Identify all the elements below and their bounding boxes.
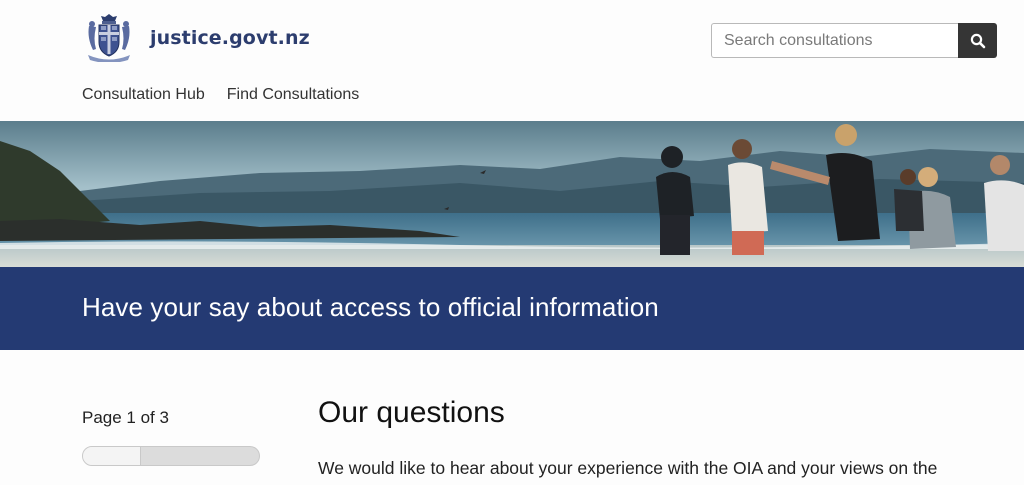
progress-bar — [82, 446, 260, 466]
nav-consultation-hub[interactable]: Consultation Hub — [82, 86, 205, 104]
main-nav: Consultation Hub Find Consultations — [82, 86, 359, 104]
intro-paragraph: We would like to hear about your experie… — [318, 458, 938, 478]
brand-name: justice.govt.nz — [150, 27, 310, 49]
site-header: justice.govt.nz Consultation Hub Find Co… — [0, 0, 1024, 121]
nz-coat-of-arms-icon — [88, 14, 130, 62]
title-banner: Have your say about access to official i… — [0, 267, 1024, 350]
search-icon — [970, 33, 985, 48]
section-heading: Our questions — [318, 396, 505, 429]
nav-find-consultations[interactable]: Find Consultations — [227, 86, 360, 104]
page-progress: Page 1 of 3 — [82, 408, 260, 466]
search-button[interactable] — [958, 23, 997, 58]
page-title: Have your say about access to official i… — [82, 292, 659, 322]
hero-image — [0, 121, 1024, 267]
progress-bar-fill — [83, 447, 142, 465]
page-counter: Page 1 of 3 — [82, 408, 169, 427]
site-logo-link[interactable]: justice.govt.nz — [84, 14, 310, 62]
main-content: Our questions We would like to hear abou… — [318, 396, 998, 481]
search-input[interactable] — [711, 23, 958, 58]
search-form — [711, 23, 997, 58]
